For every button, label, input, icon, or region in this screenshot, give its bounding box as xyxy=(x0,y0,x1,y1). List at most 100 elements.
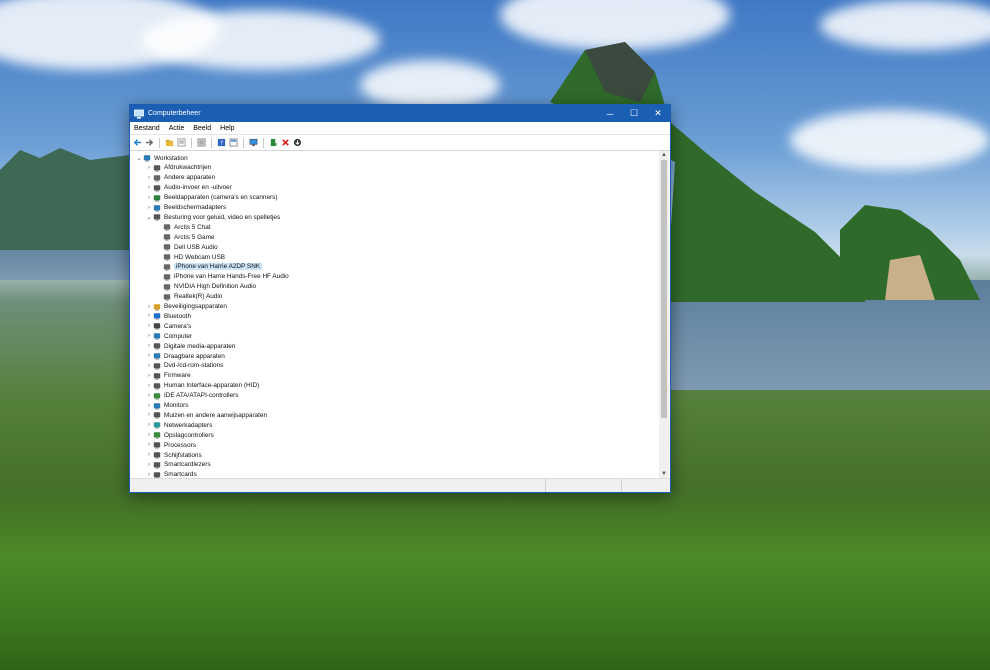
back-icon[interactable] xyxy=(133,138,142,147)
expand-chevron-icon[interactable]: › xyxy=(145,363,153,369)
expand-chevron-icon[interactable]: › xyxy=(145,422,153,428)
scroll-down-arrow-icon[interactable]: ▼ xyxy=(659,470,669,478)
tree-category[interactable]: › Schijfstations xyxy=(145,450,202,460)
tree-category[interactable]: › Opslagcontrollers xyxy=(145,430,214,440)
tree-category[interactable]: › Computer xyxy=(145,331,192,341)
tree-device-item[interactable]: Arctis 5 Game xyxy=(155,232,215,242)
tree-device-item[interactable]: HD Webcam USB xyxy=(155,252,225,262)
view-icon[interactable] xyxy=(229,138,238,147)
tree-category[interactable]: › Draagbare apparaten xyxy=(145,351,225,361)
expand-chevron-icon[interactable]: › xyxy=(145,412,153,418)
cloud xyxy=(360,60,500,110)
expand-chevron-icon[interactable]: › xyxy=(145,403,153,409)
collapse-chevron-icon[interactable]: ⌄ xyxy=(135,155,143,162)
tree-item-label: Processors xyxy=(164,441,196,449)
tree-root-workstation[interactable]: ⌄ Workstation xyxy=(135,153,188,163)
tree-item-label: Afdrukwachtrijen xyxy=(164,164,212,172)
tree-category[interactable]: › Bluetooth xyxy=(145,311,191,321)
expand-chevron-icon[interactable]: › xyxy=(145,175,153,181)
menu-beeld[interactable]: Beeld xyxy=(193,125,211,132)
tree-category[interactable]: › Afdrukwachtrijen xyxy=(145,163,211,173)
menu-bar: Bestand Actie Beeld Help xyxy=(130,122,670,135)
tree-category[interactable]: › Camera's xyxy=(145,321,191,331)
computer-icon xyxy=(153,333,161,340)
expand-chevron-icon[interactable]: › xyxy=(145,462,153,468)
menu-help[interactable]: Help xyxy=(220,125,234,132)
tree-category[interactable]: › Dvd-/cd-rom-stations xyxy=(145,361,223,371)
forward-icon[interactable] xyxy=(145,138,154,147)
status-pane xyxy=(622,479,670,492)
tree-device-item[interactable]: NVIDIA High Definition Audio xyxy=(155,282,256,292)
folder-up-icon[interactable] xyxy=(165,138,174,147)
export-icon[interactable] xyxy=(197,138,206,147)
tree-device-item[interactable]: Arctis 5 Chat xyxy=(155,222,211,232)
expand-chevron-icon[interactable]: › xyxy=(145,393,153,399)
tree-device-item[interactable]: Dell USB Audio xyxy=(155,242,218,252)
tree-category[interactable]: › Audio-invoer en -uitvoer xyxy=(145,183,232,193)
computer-management-icon xyxy=(134,109,144,118)
expand-chevron-icon[interactable]: › xyxy=(145,373,153,379)
expand-chevron-icon[interactable]: › xyxy=(145,205,153,211)
tree-category[interactable]: › Beeldschermadapters xyxy=(145,203,226,213)
expand-chevron-icon[interactable]: › xyxy=(145,452,153,458)
menu-actie[interactable]: Actie xyxy=(169,125,185,132)
cpu-icon xyxy=(153,442,161,449)
tree-category[interactable]: › Monitors xyxy=(145,401,189,411)
title-bar[interactable]: Computerbeheer ─ ☐ ✕ xyxy=(130,105,670,122)
storage-icon xyxy=(153,432,161,439)
expand-chevron-icon[interactable]: › xyxy=(145,442,153,448)
toolbar-separator xyxy=(243,137,244,148)
monitor-icon xyxy=(153,402,161,410)
tree-category[interactable]: › Human Interface-apparaten (HID) xyxy=(145,381,259,391)
portable-icon xyxy=(153,353,161,360)
tree-category[interactable]: › Smartcardlezers xyxy=(145,460,211,470)
tree-category[interactable]: › Processors xyxy=(145,440,196,450)
expand-chevron-icon[interactable]: › xyxy=(145,185,153,191)
expand-chevron-icon[interactable]: › xyxy=(145,353,153,359)
monitor-icon[interactable] xyxy=(249,138,258,147)
update-driver-icon[interactable] xyxy=(269,138,278,147)
expand-chevron-icon[interactable]: › xyxy=(145,472,153,478)
download-icon[interactable] xyxy=(293,138,302,147)
uninstall-icon[interactable] xyxy=(281,138,290,147)
expand-chevron-icon[interactable]: › xyxy=(145,343,153,349)
tree-category[interactable]: ⌄ Besturing voor geluid, video en spellet… xyxy=(145,212,280,222)
collapse-chevron-icon[interactable]: ⌄ xyxy=(145,214,153,221)
maximize-button[interactable]: ☐ xyxy=(622,105,646,122)
scroll-thumb[interactable] xyxy=(661,160,667,418)
vertical-scrollbar[interactable]: ▲ ▼ xyxy=(659,151,669,478)
help-icon[interactable]: ? xyxy=(217,138,226,147)
tree-category[interactable]: › IDE ATA/ATAPI-controllers xyxy=(145,391,238,401)
tree-device-item[interactable]: Realtek(R) Audio xyxy=(155,292,222,302)
properties-icon[interactable] xyxy=(177,138,186,147)
device-tree-pane[interactable]: ⌄ Workstation › Afdrukwachtrijen › Andere app… xyxy=(131,151,658,478)
camera-icon xyxy=(153,194,161,202)
expand-chevron-icon[interactable]: › xyxy=(145,432,153,438)
menu-bestand[interactable]: Bestand xyxy=(134,125,160,132)
tree-category[interactable]: › Netwerkadapters xyxy=(145,420,212,430)
expand-chevron-icon[interactable]: › xyxy=(145,304,153,310)
expand-chevron-icon[interactable]: › xyxy=(145,323,153,329)
tree-item-label: Dell USB Audio xyxy=(174,243,218,251)
minimize-button[interactable]: ─ xyxy=(598,105,622,122)
tree-device-item[interactable]: iPhone van Harrie A2DP SNK xyxy=(155,262,263,272)
tree-device-item[interactable]: iPhone van Harrie Hands-Free HF Audio xyxy=(155,272,289,282)
status-bar xyxy=(130,478,670,492)
expand-chevron-icon[interactable]: › xyxy=(145,165,153,171)
scroll-up-arrow-icon[interactable]: ▲ xyxy=(659,151,669,159)
expand-chevron-icon[interactable]: › xyxy=(145,383,153,389)
expand-chevron-icon[interactable]: › xyxy=(145,195,153,201)
close-button[interactable]: ✕ xyxy=(646,105,670,122)
toolbar-separator xyxy=(211,137,212,148)
tree-item-label: Monitors xyxy=(164,402,189,409)
tree-category[interactable]: › Andere apparaten xyxy=(145,173,215,183)
tree-category[interactable]: › Muizen en andere aanwijsapparaten xyxy=(145,410,267,420)
tree-category[interactable]: › Beveiligingsapparaten xyxy=(145,302,227,312)
tree-item-label: Realtek(R) Audio xyxy=(174,293,223,301)
tree-category[interactable]: › Firmware xyxy=(145,371,191,381)
expand-chevron-icon[interactable]: › xyxy=(145,333,153,339)
expand-chevron-icon[interactable]: › xyxy=(145,313,153,319)
tree-category[interactable]: › Digitale media-apparaten xyxy=(145,341,235,351)
tree-category[interactable]: › Smartcards xyxy=(145,470,197,478)
tree-category[interactable]: › Beeldapparaten (camera's en scanners) xyxy=(145,193,277,203)
